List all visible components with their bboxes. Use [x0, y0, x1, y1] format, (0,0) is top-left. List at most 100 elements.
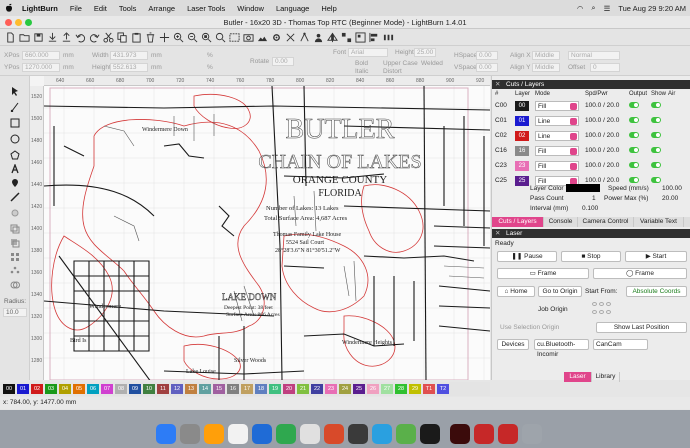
close-laser-panel-icon[interactable]: ✕	[495, 229, 500, 238]
excel-icon[interactable]	[276, 424, 296, 444]
menu-file[interactable]: File	[70, 4, 82, 13]
save-icon[interactable]	[32, 31, 44, 43]
lightburn-icon-2[interactable]	[498, 424, 518, 444]
map-house-name[interactable]: Thomas Family Lake House	[273, 232, 341, 238]
rectangle-tool-icon[interactable]	[8, 116, 22, 130]
finder-icon[interactable]	[156, 424, 176, 444]
bold-checkbox[interactable]: Bold	[355, 60, 368, 67]
palette-swatch[interactable]: 14	[199, 384, 211, 394]
menu-window[interactable]: Window	[237, 4, 264, 13]
calendar-icon[interactable]	[228, 424, 248, 444]
tab-laser[interactable]: Laser	[564, 372, 592, 382]
menu-arrange[interactable]: Arrange	[148, 4, 175, 13]
map-windermere[interactable]: Windermere	[89, 303, 121, 310]
launchpad-icon[interactable]	[180, 424, 200, 444]
palette-swatch[interactable]: 11	[157, 384, 169, 394]
map-title-butler[interactable]: BUTLER	[285, 114, 395, 146]
grid-array-icon[interactable]	[8, 250, 22, 264]
polygon-tool-icon[interactable]	[8, 148, 22, 162]
boolean-tool-icon[interactable]	[8, 278, 22, 292]
palette-swatch[interactable]: 04	[59, 384, 71, 394]
output-toggle[interactable]	[629, 146, 639, 153]
zoom-out-icon[interactable]	[186, 31, 198, 43]
menu-language[interactable]: Language	[276, 4, 309, 13]
palette-swatch[interactable]: 03	[45, 384, 57, 394]
output-toggle[interactable]	[629, 131, 639, 138]
minimize-window-button[interactable]	[15, 19, 22, 26]
palette-swatch[interactable]: 19	[269, 384, 281, 394]
offset-tool-icon[interactable]	[8, 222, 22, 236]
zoom-page-icon[interactable]	[200, 31, 212, 43]
map-house-address[interactable]: 5524 Sail Court	[286, 240, 324, 246]
palette-swatch[interactable]: 25	[353, 384, 365, 394]
zoom-in-icon[interactable]	[172, 31, 184, 43]
xpos-field[interactable]: 660.000	[22, 51, 60, 60]
menu-laser-tools[interactable]: Laser Tools	[187, 4, 225, 13]
open-folder-icon[interactable]	[18, 31, 30, 43]
import-icon[interactable]	[46, 31, 58, 43]
frame-button[interactable]: ▭ Frame	[497, 268, 589, 279]
palette-swatch[interactable]: 27	[381, 384, 393, 394]
vspace-field[interactable]: 0.00	[476, 63, 498, 72]
illustrator-icon[interactable]	[450, 424, 470, 444]
output-toggle[interactable]	[629, 116, 639, 123]
start-button[interactable]: ▶ Start	[625, 251, 687, 262]
mirror-icon[interactable]	[326, 31, 338, 43]
radius-field[interactable]: 10.0	[3, 308, 27, 317]
close-panel-icon[interactable]: ✕	[495, 80, 500, 89]
safari-icon[interactable]	[204, 424, 224, 444]
map-lake-down[interactable]: LAKE DOWN	[222, 292, 277, 302]
text-tool-icon[interactable]	[8, 162, 22, 176]
font-select[interactable]: Arial	[348, 48, 388, 57]
palette-swatch[interactable]: 26	[367, 384, 379, 394]
apple-icon[interactable]	[4, 3, 14, 13]
cut-layer-row[interactable]: C23 23 Fill 100.0 / 20.0	[494, 158, 676, 173]
layer-swatch[interactable]: 23	[515, 160, 529, 171]
layer-swatch[interactable]: 00	[515, 100, 529, 111]
map-deepest-point[interactable]: Deepest Point: 38 feet	[224, 304, 273, 311]
map-title-chain[interactable]: CHAIN OF LAKES	[258, 151, 422, 174]
distort-checkbox[interactable]: Distort	[383, 68, 402, 75]
mode-select[interactable]: Fill	[535, 145, 579, 156]
trace-image-icon[interactable]	[256, 31, 268, 43]
tab-variable-text[interactable]: Variable Text	[634, 217, 684, 227]
layer-swatch[interactable]: 16	[515, 145, 529, 156]
start-from-select[interactable]: Absolute Coords	[626, 286, 687, 297]
palette-swatch[interactable]: 23	[325, 384, 337, 394]
map-lake-area[interactable]: Surface Area: 866 Acres	[226, 311, 280, 318]
delete-icon[interactable]	[144, 31, 156, 43]
mode-select[interactable]: Fill	[535, 160, 579, 171]
workspace[interactable]: BUTLER CHAIN OF LAKES ORANGE COUNTY FLOR…	[44, 86, 490, 380]
map-bird-island[interactable]: Bird Is	[70, 338, 87, 344]
align-icon[interactable]	[368, 31, 380, 43]
map-windermere-down[interactable]: Windermere Down	[142, 127, 188, 133]
paste-icon[interactable]	[130, 31, 142, 43]
show-toggle[interactable]	[651, 116, 661, 123]
map-surface-area[interactable]: Total Surface Area: 4,687 Acres	[264, 215, 348, 222]
menu-lightburn[interactable]: LightBurn	[22, 4, 58, 13]
circular-array-icon[interactable]	[8, 264, 22, 278]
map-state[interactable]: FLORIDA	[318, 188, 362, 199]
width-field[interactable]: 431.973	[110, 51, 148, 60]
map-lake-louise[interactable]: Lake Louise	[186, 369, 216, 375]
palette-swatch[interactable]: 22	[311, 384, 323, 394]
distribute-icon[interactable]	[382, 31, 394, 43]
palette-swatch[interactable]: 10	[143, 384, 155, 394]
tab-console[interactable]: Console	[544, 217, 578, 227]
layer-swatch[interactable]: 02	[515, 130, 529, 141]
cut-layer-row[interactable]: C00 00 Fill 100.0 / 20.0	[494, 98, 676, 113]
palette-swatch[interactable]: 18	[255, 384, 267, 394]
palette-swatch[interactable]: 06	[87, 384, 99, 394]
select-tool-icon[interactable]	[8, 84, 22, 98]
map-artwork[interactable]: BUTLER CHAIN OF LAKES ORANGE COUNTY FLOR…	[44, 86, 490, 380]
speed-field[interactable]: 100.00	[662, 185, 682, 192]
edit-nodes-icon[interactable]	[8, 100, 22, 114]
show-toggle[interactable]	[651, 176, 661, 183]
machine-settings-icon[interactable]	[284, 31, 296, 43]
weld-tool-icon[interactable]	[8, 236, 22, 250]
show-toggle[interactable]	[651, 101, 661, 108]
palette-swatch[interactable]: 07	[101, 384, 113, 394]
output-toggle[interactable]	[629, 101, 639, 108]
export-icon[interactable]	[60, 31, 72, 43]
menu-tools[interactable]: Tools	[119, 4, 137, 13]
